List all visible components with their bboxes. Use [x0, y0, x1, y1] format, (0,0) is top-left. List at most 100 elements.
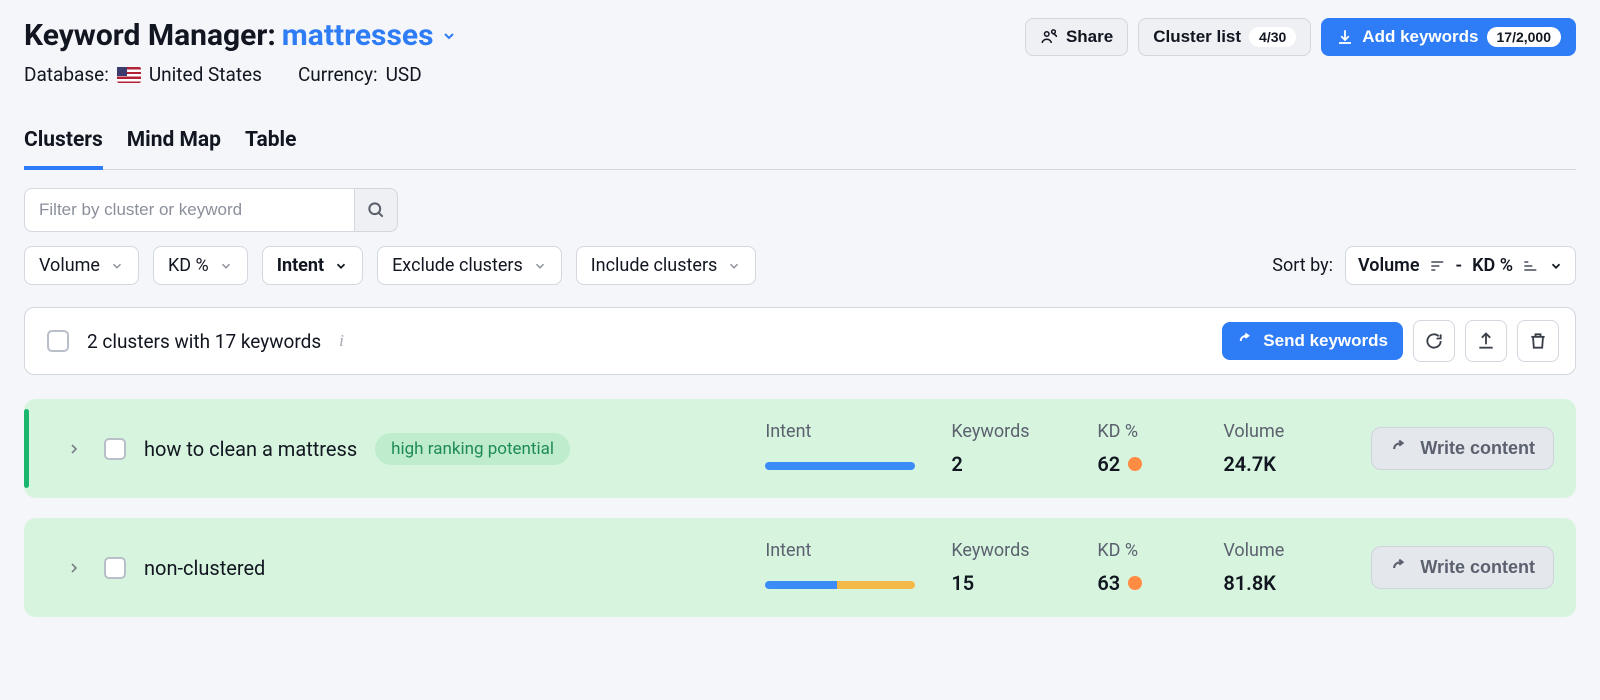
upload-icon [1476, 331, 1496, 351]
sort-desc-icon [1430, 259, 1446, 273]
chevron-down-icon [727, 259, 741, 273]
kd-value: 62 [1097, 452, 1197, 476]
chevron-down-icon [1549, 259, 1563, 273]
search-icon [366, 200, 386, 220]
filter-exclude-label: Exclude clusters [392, 255, 523, 276]
sort-select[interactable]: Volume - KD % [1345, 246, 1576, 285]
toolbar: Volume KD % Intent Exclude clusters Incl… [24, 188, 1576, 285]
ranking-badge: high ranking potential [375, 433, 570, 465]
volume-value: 24.7K [1223, 452, 1333, 476]
cluster-list-button[interactable]: Cluster list 4/30 [1138, 18, 1311, 56]
arrow-right-icon [1237, 332, 1255, 350]
title-block: Keyword Manager: mattresses Database: Un… [24, 18, 1005, 86]
cluster-name: non-clustered [144, 556, 265, 580]
filter-volume-label: Volume [39, 255, 100, 276]
intent-label: Intent [765, 540, 925, 561]
send-keywords-label: Send keywords [1263, 331, 1388, 351]
keywords-value: 2 [951, 452, 1071, 476]
kd-label: KD % [1097, 540, 1197, 561]
database-value: United States [149, 63, 262, 86]
chevron-right-icon[interactable] [66, 441, 82, 457]
header-actions: Share Cluster list 4/30 Add keywords 17/… [1025, 18, 1576, 56]
kd-dot-icon [1128, 576, 1142, 590]
add-keywords-button[interactable]: Add keywords 17/2,000 [1321, 18, 1576, 56]
share-label: Share [1066, 27, 1113, 47]
filter-intent-label: Intent [277, 255, 324, 276]
send-keywords-button[interactable]: Send keywords [1222, 322, 1403, 360]
database-label: Database: [24, 63, 109, 86]
cluster-list-count: 4/30 [1249, 27, 1296, 47]
filter-intent[interactable]: Intent [262, 246, 363, 285]
chevron-down-icon [219, 259, 233, 273]
summary-left: 2 clusters with 17 keywords i [47, 330, 344, 353]
keyword-name: mattresses [282, 18, 434, 53]
volume-value: 81.8K [1223, 571, 1333, 595]
sort-primary: Volume [1358, 255, 1420, 276]
arrow-right-icon [1390, 558, 1410, 578]
currency-meta: Currency: USD [298, 63, 422, 86]
meta-row: Database: United States Currency: USD [24, 63, 1005, 86]
cluster-row: non-clustered Intent Keywords KD % Volum… [24, 518, 1576, 617]
kd-value: 63 [1097, 571, 1197, 595]
add-keywords-count: 17/2,000 [1487, 27, 1562, 47]
sort-secondary: KD % [1472, 255, 1513, 276]
arrow-right-icon [1390, 439, 1410, 459]
select-all-checkbox[interactable] [47, 330, 69, 352]
filter-include-label: Include clusters [591, 255, 718, 276]
filter-exclude-clusters[interactable]: Exclude clusters [377, 246, 562, 285]
sort-asc-icon [1523, 259, 1539, 273]
filter-input[interactable] [24, 188, 354, 232]
filter-volume[interactable]: Volume [24, 246, 139, 285]
share-button[interactable]: Share [1025, 18, 1128, 56]
cluster-checkbox[interactable] [104, 438, 126, 460]
cluster-list-label: Cluster list [1153, 27, 1241, 47]
share-icon [1040, 28, 1058, 46]
volume-label: Volume [1223, 540, 1333, 561]
download-icon [1336, 28, 1354, 46]
tab-table[interactable]: Table [245, 120, 296, 170]
kd-dot-icon [1128, 457, 1142, 471]
write-content-button[interactable]: Write content [1371, 427, 1554, 470]
trash-icon [1528, 331, 1548, 351]
search-button[interactable] [354, 188, 398, 232]
tab-clusters[interactable]: Clusters [24, 120, 103, 170]
flag-us-icon [117, 67, 141, 83]
keywords-label: Keywords [951, 540, 1071, 561]
tab-mind-map[interactable]: Mind Map [127, 120, 221, 170]
delete-button[interactable] [1517, 320, 1559, 362]
header-row: Keyword Manager: mattresses Database: Un… [24, 18, 1576, 86]
cluster-metrics: Intent Keywords KD % Volume 15 63 81.8K [765, 540, 1333, 595]
keyword-dropdown[interactable]: mattresses [282, 18, 458, 53]
chevron-down-icon [110, 259, 124, 273]
cluster-checkbox[interactable] [104, 557, 126, 579]
clusters-list: how to clean a mattress high ranking pot… [24, 399, 1576, 617]
chevron-down-icon [533, 259, 547, 273]
add-keywords-label: Add keywords [1362, 27, 1478, 47]
tabs: Clusters Mind Map Table [24, 120, 1576, 170]
chevron-down-icon [441, 28, 457, 44]
sort-sep: - [1456, 255, 1463, 276]
chevron-right-icon[interactable] [66, 560, 82, 576]
filter-include-clusters[interactable]: Include clusters [576, 246, 757, 285]
page-title: Keyword Manager: mattresses [24, 18, 1005, 53]
kd-label: KD % [1097, 421, 1197, 442]
info-icon[interactable]: i [339, 331, 344, 351]
cluster-name: how to clean a mattress [144, 437, 357, 461]
refresh-button[interactable] [1413, 320, 1455, 362]
export-button[interactable] [1465, 320, 1507, 362]
write-content-button[interactable]: Write content [1371, 546, 1554, 589]
filter-kd[interactable]: KD % [153, 246, 248, 285]
cluster-metrics: Intent Keywords KD % Volume 2 62 24.7K [765, 421, 1333, 476]
currency-label: Currency: [298, 63, 378, 86]
volume-label: Volume [1223, 421, 1333, 442]
write-content-label: Write content [1420, 438, 1535, 459]
sort-controls: Sort by: Volume - KD % [1272, 246, 1576, 285]
database-meta: Database: United States [24, 63, 262, 86]
write-content-label: Write content [1420, 557, 1535, 578]
intent-bar [765, 581, 915, 589]
keywords-label: Keywords [951, 421, 1071, 442]
sort-label: Sort by: [1272, 255, 1333, 276]
refresh-icon [1424, 331, 1444, 351]
search-row [24, 188, 1576, 232]
chevron-down-icon [334, 259, 348, 273]
